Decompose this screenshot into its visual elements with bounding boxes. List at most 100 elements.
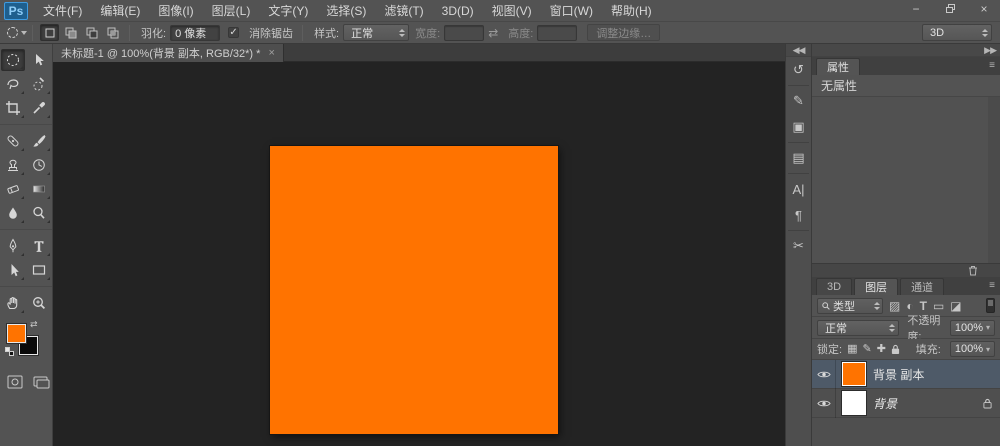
menu-type[interactable]: 文字(Y) xyxy=(259,0,317,22)
filter-image-icon[interactable]: ▨ xyxy=(889,300,900,312)
tool-presets-panel-icon[interactable]: ✂ xyxy=(785,233,812,259)
hand-icon xyxy=(5,295,21,311)
width-input[interactable] xyxy=(444,25,484,41)
type-tool[interactable] xyxy=(27,235,51,257)
move-tool[interactable] xyxy=(27,49,51,71)
antialias-checkbox[interactable]: ✓ xyxy=(228,27,239,38)
refine-edge-button[interactable]: 调整边缘… xyxy=(587,24,660,41)
path-selection-tool[interactable] xyxy=(1,259,25,281)
trash-icon[interactable] xyxy=(968,265,978,276)
clone-stamp-tool[interactable] xyxy=(1,154,25,176)
opacity-dropdown[interactable]: 100% ▾ xyxy=(950,320,995,336)
paragraph-panel-icon[interactable]: ¶ xyxy=(785,202,812,228)
photoshop-logo-icon: Ps xyxy=(4,2,28,20)
tab-layers[interactable]: 图层 xyxy=(854,278,898,295)
screen-mode-button[interactable] xyxy=(33,375,50,389)
rectangle-tool[interactable] xyxy=(27,259,51,281)
crop-tool[interactable] xyxy=(1,97,25,119)
document-tab-close-icon[interactable]: × xyxy=(268,47,274,59)
window-controls: − × xyxy=(906,1,994,17)
lasso-tool[interactable] xyxy=(1,73,25,95)
restore-button[interactable] xyxy=(940,2,960,16)
new-selection-button[interactable] xyxy=(40,24,59,41)
subtract-from-selection-button[interactable] xyxy=(82,24,101,41)
history-panel-icon[interactable]: ↺ xyxy=(785,57,812,83)
menu-edit[interactable]: 编辑(E) xyxy=(91,0,149,22)
lock-transparent-pixels-icon[interactable]: ▦ xyxy=(847,344,857,355)
swap-dimensions-icon[interactable]: ⇄ xyxy=(488,26,498,40)
menu-window[interactable]: 窗口(W) xyxy=(541,0,602,22)
healing-brush-tool[interactable] xyxy=(1,130,25,152)
menu-layer[interactable]: 图层(L) xyxy=(203,0,260,22)
tools-panel: ⇄ xyxy=(0,44,53,446)
feather-input[interactable] xyxy=(170,25,220,41)
blur-tool[interactable] xyxy=(1,202,25,224)
menu-help[interactable]: 帮助(H) xyxy=(602,0,661,22)
filter-toggle-switch[interactable] xyxy=(986,298,995,313)
close-button[interactable]: × xyxy=(974,2,994,16)
filter-adjustment-icon[interactable]: ◐ xyxy=(906,300,913,312)
properties-panel-menu-icon[interactable]: ≡ xyxy=(989,60,995,71)
layer-name[interactable]: 背景 副本 xyxy=(873,366,924,383)
foreground-color-swatch[interactable] xyxy=(7,324,26,343)
menu-image[interactable]: 图像(I) xyxy=(149,0,202,22)
minimize-button[interactable]: − xyxy=(906,2,926,16)
visibility-toggle[interactable] xyxy=(812,389,836,418)
menu-filter[interactable]: 滤镜(T) xyxy=(375,0,432,22)
elliptical-marquee-tool[interactable] xyxy=(1,49,25,71)
menu-file[interactable]: 文件(F) xyxy=(34,0,91,22)
filter-type-layers-icon[interactable]: T xyxy=(920,300,927,312)
layer-row-background-copy[interactable]: 背景 副本 xyxy=(812,360,1000,389)
layer-name[interactable]: 背景 xyxy=(873,395,897,412)
gradient-tool[interactable] xyxy=(27,178,51,200)
quick-selection-tool[interactable] xyxy=(27,73,51,95)
add-to-selection-button[interactable] xyxy=(61,24,80,41)
width-label: 宽度: xyxy=(415,25,440,41)
restore-icon xyxy=(946,4,955,13)
expand-dock-button[interactable]: ◀◀ xyxy=(786,44,811,57)
blend-mode-dropdown[interactable]: 正常 xyxy=(817,320,899,336)
canvas-document[interactable] xyxy=(270,146,558,434)
lock-all-icon[interactable] xyxy=(891,344,900,355)
dodge-tool[interactable] xyxy=(27,202,51,224)
menu-view[interactable]: 视图(V) xyxy=(483,0,541,22)
menu-3d[interactable]: 3D(D) xyxy=(433,0,483,22)
lock-position-icon[interactable]: ✚ xyxy=(877,344,886,355)
collapse-dock-button[interactable]: ▶▶ xyxy=(812,44,1000,57)
filter-type-dropdown[interactable]: 类型 xyxy=(817,298,883,314)
hand-tool[interactable] xyxy=(1,292,25,314)
default-colors-icon[interactable] xyxy=(5,347,12,354)
tab-3d[interactable]: 3D xyxy=(816,278,852,295)
brush-presets-panel-icon[interactable]: ✎ xyxy=(785,88,812,114)
eraser-tool[interactable] xyxy=(1,178,25,200)
style-dropdown[interactable]: 正常 xyxy=(343,24,409,41)
layer-thumbnail[interactable] xyxy=(842,362,866,386)
quick-mask-button[interactable] xyxy=(7,375,23,389)
tool-preset-picker[interactable] xyxy=(7,27,27,38)
layer-row-background[interactable]: 背景 xyxy=(812,389,1000,418)
layer-comps-panel-icon[interactable]: ▤ xyxy=(785,145,812,171)
visibility-toggle[interactable] xyxy=(812,360,836,389)
swap-colors-icon[interactable]: ⇄ xyxy=(30,319,38,330)
brush-tool[interactable] xyxy=(27,130,51,152)
pen-tool[interactable] xyxy=(1,235,25,257)
lock-image-pixels-icon[interactable]: ✎ xyxy=(862,344,871,355)
menu-select[interactable]: 选择(S) xyxy=(317,0,375,22)
canvas-workspace[interactable] xyxy=(53,62,785,446)
intersect-selection-button[interactable] xyxy=(103,24,122,41)
height-input[interactable] xyxy=(537,25,577,41)
tab-channels[interactable]: 通道 xyxy=(900,278,944,295)
zoom-tool[interactable] xyxy=(27,292,51,314)
character-panel-icon[interactable]: A| xyxy=(785,176,812,202)
layers-panel-menu-icon[interactable]: ≡ xyxy=(989,280,995,291)
fill-dropdown[interactable]: 100% ▾ xyxy=(950,341,995,357)
workspace-switcher[interactable]: 3D xyxy=(922,24,992,41)
clone-source-panel-icon[interactable]: ▣ xyxy=(785,114,812,140)
layer-thumbnail[interactable] xyxy=(842,391,866,415)
tab-properties[interactable]: 属性 xyxy=(816,58,860,75)
filter-shape-icon[interactable]: ▭ xyxy=(933,300,944,312)
eyedropper-tool[interactable] xyxy=(27,97,51,119)
history-brush-tool[interactable] xyxy=(27,154,51,176)
document-tab[interactable]: 未标题-1 @ 100%(背景 副本, RGB/32*) * × xyxy=(53,44,284,62)
filter-smart-object-icon[interactable]: ◪ xyxy=(950,300,961,312)
